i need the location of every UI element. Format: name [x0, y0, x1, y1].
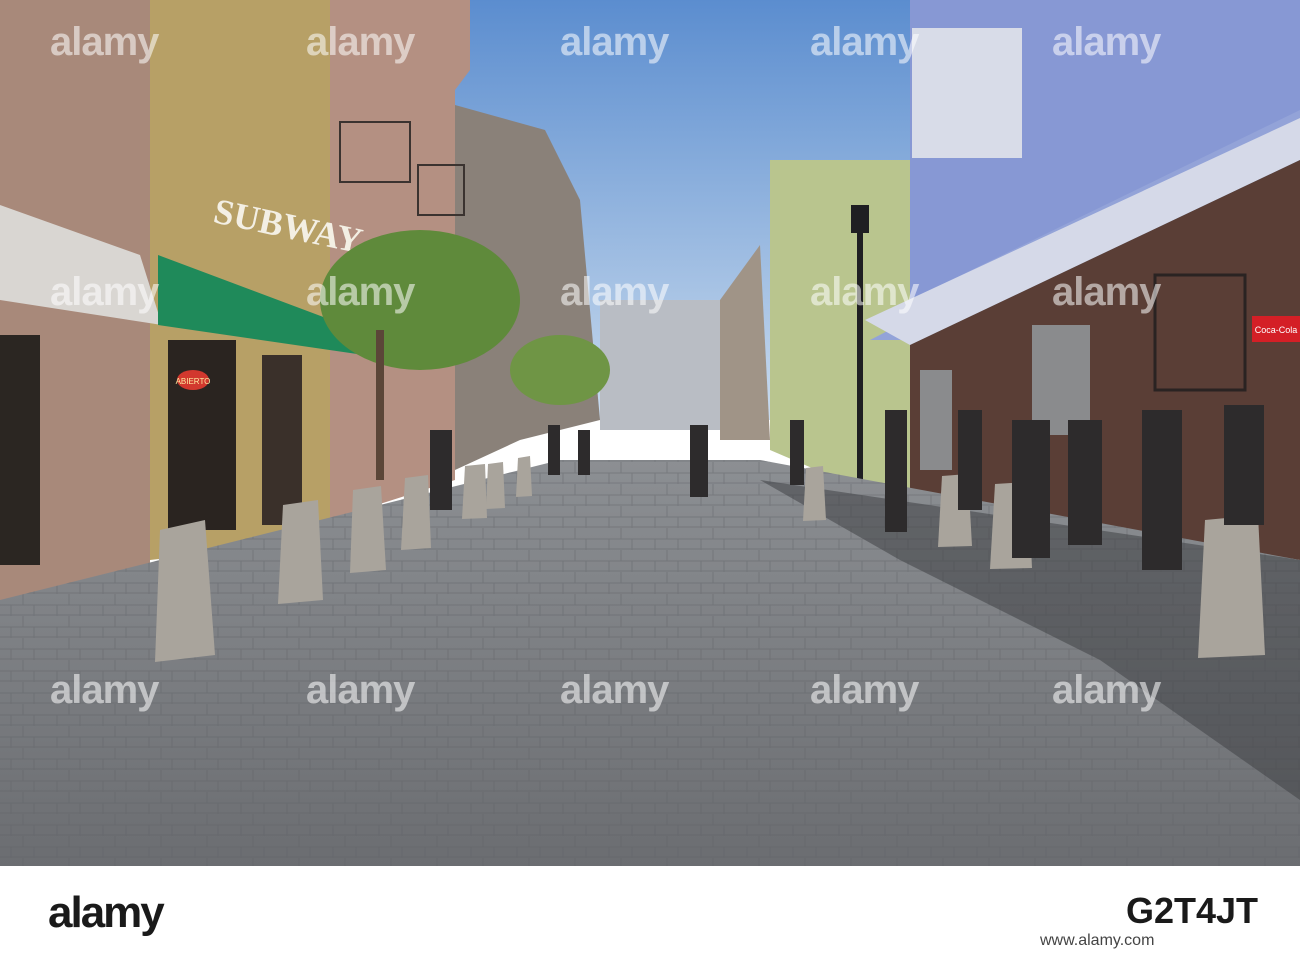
bollard	[278, 500, 323, 604]
street-scene-photo: ABIERTO SUBWAY Coca-Cola	[0, 0, 1300, 866]
pedestrian	[790, 420, 804, 485]
bollard	[155, 520, 215, 662]
watermark: alamy	[1052, 20, 1161, 64]
bollard	[486, 462, 505, 509]
watermark: alamy	[1052, 668, 1161, 712]
bollard	[803, 466, 826, 521]
shop-window	[168, 340, 236, 530]
pedestrian	[1068, 420, 1102, 545]
tree-trunk	[376, 330, 384, 480]
watermark: alamy	[50, 270, 159, 314]
watermark: alamy	[306, 270, 415, 314]
watermark: alamy	[50, 20, 159, 64]
pedestrian	[548, 425, 560, 475]
bollard	[350, 486, 386, 573]
soda-sign-text: Coca-Cola	[1255, 325, 1298, 335]
pedestrian	[958, 410, 982, 510]
pedestrian	[1142, 410, 1182, 570]
pedestrian	[1224, 405, 1264, 525]
watermark: alamy	[560, 20, 669, 64]
pedestrian	[1012, 420, 1050, 558]
watermark: alamy	[50, 668, 159, 712]
corner-shop-window	[0, 335, 40, 565]
watermark: alamy	[810, 270, 919, 314]
watermark: alamy	[810, 20, 919, 64]
neon-sign-text: ABIERTO	[176, 377, 211, 386]
watermark: alamy	[306, 668, 415, 712]
watermark: alamy	[1052, 270, 1161, 314]
bollard	[401, 475, 431, 550]
pedestrian	[885, 410, 907, 532]
watermark: alamy	[306, 20, 415, 64]
footer-bar: alamy G2T4JT www.alamy.com	[0, 866, 1300, 956]
street-tree-2	[510, 335, 610, 405]
bollard	[462, 464, 487, 519]
pedestrian	[578, 430, 590, 475]
pedestrian	[690, 425, 708, 497]
street-lamp-pole	[857, 225, 863, 510]
watermark: alamy	[810, 668, 919, 712]
watermark: alamy	[560, 270, 669, 314]
image-id: G2T4JT	[1126, 890, 1259, 931]
bollard	[516, 456, 532, 497]
stock-photo: ABIERTO SUBWAY Coca-Cola alamy alamy ala…	[0, 0, 1300, 956]
site-url: www.alamy.com	[1040, 932, 1155, 949]
rolling-shutter	[920, 370, 952, 470]
shop-doorway	[262, 355, 302, 525]
street-lamp-head	[851, 205, 869, 233]
bollard	[1198, 515, 1265, 658]
vent-block	[912, 28, 1022, 158]
rolling-shutter-2	[1032, 325, 1090, 435]
distant-buildings	[600, 300, 720, 430]
pedestrian	[430, 430, 452, 510]
alamy-logo: alamy	[48, 888, 165, 937]
watermark: alamy	[560, 668, 669, 712]
